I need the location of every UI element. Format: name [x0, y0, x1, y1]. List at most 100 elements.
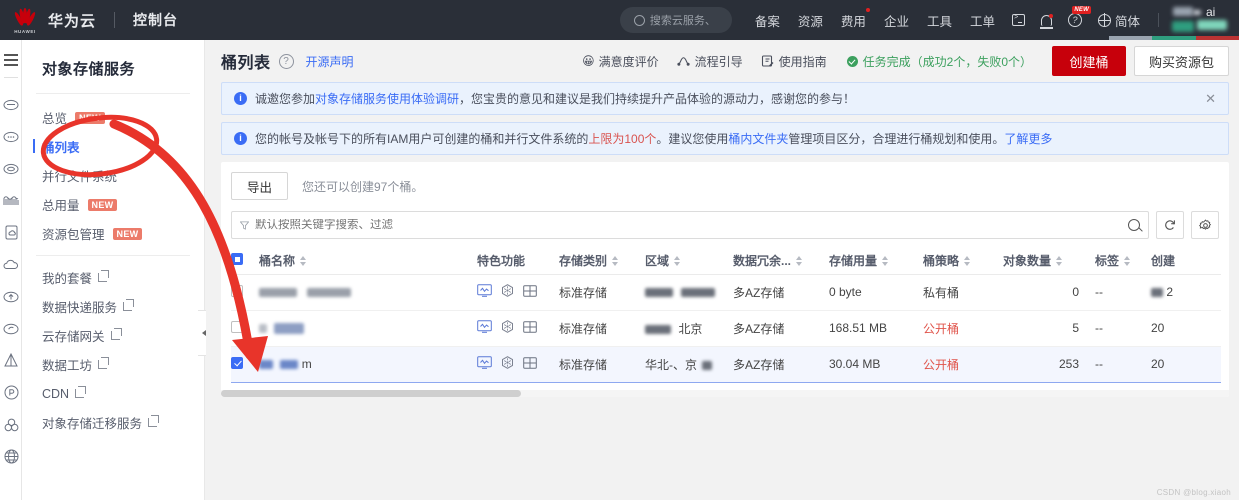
row-checkbox[interactable] — [231, 356, 243, 369]
monitor-icon[interactable] — [477, 356, 492, 369]
task-status[interactable]: 任务完成（成功2个，失败0个） — [846, 53, 1032, 70]
create-bucket-button[interactable]: 创建桶 — [1052, 46, 1126, 76]
search-input[interactable] — [255, 219, 1122, 231]
snowflake-icon[interactable] — [501, 320, 514, 333]
export-button[interactable]: 导出 — [231, 172, 288, 200]
monitor-icon[interactable] — [477, 320, 492, 333]
cell-created: 2 — [1151, 274, 1221, 311]
open-source-statement-link[interactable]: 开源声明 — [306, 53, 354, 70]
select-all-checkbox[interactable] — [231, 253, 243, 266]
snowflake-icon[interactable] — [501, 356, 514, 369]
search-field[interactable] — [231, 211, 1149, 239]
column-tag[interactable]: 标签 — [1095, 248, 1151, 275]
language-selector[interactable]: 简体 — [1097, 11, 1140, 30]
nav-item-tickets[interactable]: 工单 — [970, 11, 995, 30]
cell-bucket-name[interactable] — [259, 274, 477, 311]
column-bucket-name[interactable]: 桶名称 — [259, 248, 477, 275]
learn-more-link[interactable]: 了解更多 — [1004, 130, 1052, 147]
sidebar-item-bucket-list[interactable]: 桶列表 — [22, 132, 204, 161]
table-row[interactable]: m 标准存储 华北-、京 多AZ存储 30.04 MB 公开桶 253 -- 2… — [231, 345, 1221, 383]
avatar[interactable]: ai — [1169, 3, 1231, 37]
sidebar-item-cdn[interactable]: CDN — [22, 379, 204, 408]
huawei-cloud-logo[interactable]: HUAWEI 华为云 — [0, 7, 96, 34]
sidebar-item-my-package[interactable]: 我的套餐 — [22, 263, 204, 292]
search-icon[interactable] — [1128, 219, 1140, 231]
table-icon[interactable] — [523, 320, 537, 333]
sidebar-item-package-mgmt[interactable]: 资源包管理 NEW — [22, 219, 204, 248]
satisfaction-survey-link[interactable]: 😀 满意度评价 — [582, 53, 659, 70]
cloud-dots-icon[interactable] — [0, 121, 22, 153]
column-settings-button[interactable] — [1191, 211, 1219, 239]
survey-link[interactable]: 对象存储服务使用体验调研 — [315, 90, 459, 107]
sidebar-item-data-express[interactable]: 数据快递服务 — [22, 292, 204, 321]
table-icon[interactable] — [523, 284, 537, 297]
sort-icon[interactable] — [882, 256, 889, 266]
menu-icon[interactable] — [3, 54, 18, 66]
rail-divider — [3, 76, 18, 78]
sidebar-item-migration[interactable]: 对象存储迁移服务 — [22, 408, 204, 437]
row-checkbox[interactable] — [231, 284, 243, 297]
globe-w-icon[interactable] — [0, 441, 22, 473]
column-object-count[interactable]: 对象数量 — [1003, 248, 1095, 275]
sort-icon[interactable] — [1124, 256, 1131, 266]
row-checkbox[interactable] — [231, 320, 243, 333]
task-status-label: 任务完成（成功2个，失败0个） — [862, 54, 1032, 69]
user-guide-link[interactable]: 使用指南 — [761, 53, 827, 70]
snowflake-icon[interactable] — [501, 284, 514, 297]
bell-icon[interactable] — [1039, 13, 1053, 29]
help-icon[interactable]: ? NEW — [1067, 6, 1091, 27]
console-label[interactable]: 控制台 — [133, 10, 178, 30]
global-search[interactable]: 搜索云服务、 — [619, 7, 732, 33]
table-row[interactable]: 标准存储 北京 多AZ存储 168.51 MB 公开桶 5 -- 20 — [231, 310, 1221, 347]
sort-icon[interactable] — [964, 256, 971, 266]
sort-icon[interactable] — [796, 256, 803, 266]
sidebar-item-storage-gateway[interactable]: 云存储网关 — [22, 321, 204, 350]
nav-item-resources[interactable]: 资源 — [798, 11, 823, 30]
cloud-obs-icon[interactable] — [0, 153, 22, 185]
refresh-button[interactable] — [1156, 211, 1184, 239]
horizontal-scrollbar[interactable] — [221, 390, 1229, 397]
table-icon[interactable] — [523, 356, 537, 369]
p-circle-icon[interactable] — [0, 377, 22, 409]
column-redundancy[interactable]: 数据冗余... — [733, 248, 829, 275]
column-usage[interactable]: 存储用量 — [829, 248, 923, 275]
cell-region: 北京 — [645, 310, 733, 347]
quota-limit-text: 上限为100个 — [588, 132, 657, 146]
sort-icon[interactable] — [300, 256, 307, 266]
cloud-up-icon[interactable] — [0, 281, 22, 313]
close-icon[interactable]: ✕ — [1205, 91, 1216, 107]
process-guide-link[interactable]: 流程引导 — [676, 53, 743, 70]
sidebar-item-total-usage[interactable]: 总用量 NEW — [22, 190, 204, 219]
pyramid-icon[interactable] — [0, 345, 22, 377]
doc-cloud-icon[interactable] — [0, 217, 22, 249]
nav-item-beian[interactable]: 备案 — [755, 11, 780, 30]
cloudshell-icon[interactable] — [1011, 14, 1025, 26]
nav-item-billing[interactable]: 费用 — [841, 7, 870, 30]
sidebar-item-label: 云存储网关 — [42, 330, 105, 344]
cloud-plain-icon[interactable] — [0, 249, 22, 281]
bucket-folder-link[interactable]: 桶内文件夹 — [728, 130, 788, 147]
cloud-check-icon[interactable] — [0, 313, 22, 345]
column-region[interactable]: 区域 — [645, 248, 733, 275]
sidebar-item-overview[interactable]: 总览 NEW — [22, 103, 204, 132]
column-storage-class[interactable]: 存储类别 — [559, 248, 645, 275]
sidebar-item-label: 数据工坊 — [42, 359, 93, 373]
nav-item-enterprise[interactable]: 企业 — [884, 11, 909, 30]
buy-package-button[interactable]: 购买资源包 — [1134, 46, 1229, 76]
help-icon[interactable]: ? — [278, 53, 294, 69]
sort-icon[interactable] — [674, 256, 681, 266]
nav-item-tools[interactable]: 工具 — [927, 11, 952, 30]
sidebar-item-data-workshop[interactable]: 数据工坊 — [22, 350, 204, 379]
monitor-icon[interactable] — [477, 284, 492, 297]
wave-icon[interactable] — [0, 185, 22, 217]
column-label: 标签 — [1095, 254, 1120, 269]
sort-icon[interactable] — [1056, 256, 1063, 266]
column-policy[interactable]: 桶策略 — [923, 248, 1003, 275]
table-row[interactable]: 标准存储 多AZ存储 0 byte 私有桶 0 -- 2 — [231, 274, 1221, 311]
sort-icon[interactable] — [612, 256, 619, 266]
cluster-icon[interactable] — [0, 409, 22, 441]
sidebar-item-parallel-fs[interactable]: 并行文件系统 — [22, 161, 204, 190]
cloud-storage-icon[interactable] — [0, 89, 22, 121]
cell-bucket-name[interactable] — [259, 310, 477, 347]
cell-bucket-name[interactable]: m — [259, 345, 477, 383]
